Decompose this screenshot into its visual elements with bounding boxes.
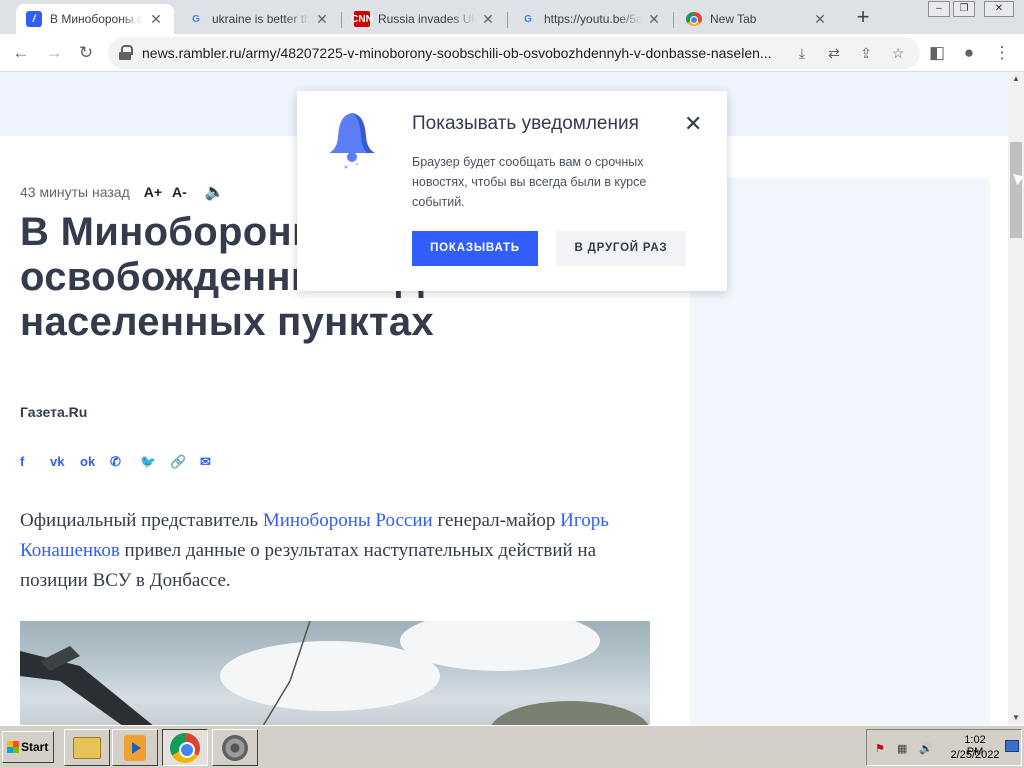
profile-avatar-icon[interactable]: ● bbox=[957, 41, 981, 65]
lead-text: Официальный представитель bbox=[20, 510, 263, 531]
taskbar-settings[interactable] bbox=[212, 729, 258, 766]
tab-google-search[interactable]: G ukraine is better than russia ✕ bbox=[178, 4, 340, 34]
tab-youtube-link[interactable]: G https://youtu.be/5a ✕ bbox=[510, 4, 672, 34]
reload-button[interactable]: ↻ bbox=[74, 41, 98, 65]
photo-rifle bbox=[20, 621, 311, 725]
share-icon[interactable]: ⇪ bbox=[854, 41, 878, 65]
show-notifications-button[interactable]: ПОКАЗЫВАТЬ bbox=[412, 231, 538, 266]
mail-icon[interactable]: ✉ bbox=[200, 454, 230, 470]
whatsapp-icon[interactable]: ✆ bbox=[110, 454, 140, 470]
taskbar-chrome[interactable] bbox=[162, 729, 208, 766]
tab-title: Russia invades Ukraine bbox=[378, 12, 476, 26]
volume-icon[interactable]: 🔊 bbox=[919, 742, 933, 755]
popup-text: Браузер будет сообщать вам о срочных нов… bbox=[412, 155, 647, 209]
install-icon[interactable]: ⤓ bbox=[790, 41, 814, 65]
close-popup-icon[interactable]: ✕ bbox=[684, 113, 702, 135]
start-button[interactable]: Start bbox=[2, 731, 54, 763]
close-window-button[interactable]: ✕ bbox=[984, 1, 1014, 17]
tab-title: В Минобороны сообщили об освобожденных bbox=[50, 12, 144, 26]
clock-date[interactable]: 2/25/2022 bbox=[945, 749, 1005, 761]
article-meta: 43 минуты назад A+ A- 🔈 bbox=[20, 182, 225, 202]
media-player-icon bbox=[124, 734, 146, 761]
font-increase-button[interactable]: A+ bbox=[144, 184, 162, 200]
tab-new-tab[interactable]: New Tab ✕ bbox=[676, 4, 838, 34]
article-photo bbox=[20, 621, 650, 725]
flag-icon[interactable]: ⚑ bbox=[875, 742, 885, 755]
article-source[interactable]: Газета.Ru bbox=[20, 404, 87, 420]
close-tab-icon[interactable]: ✕ bbox=[480, 11, 496, 28]
url-text[interactable]: news.rambler.ru/army/48207225-v-minoboro… bbox=[142, 45, 782, 61]
facebook-icon[interactable]: f bbox=[20, 454, 50, 470]
bookmark-star-icon[interactable]: ☆ bbox=[886, 41, 910, 65]
article-lead: Официальный представитель Минобороны Рос… bbox=[20, 506, 650, 596]
google-icon: G bbox=[524, 13, 532, 25]
tab-rambler[interactable]: / В Минобороны сообщили об освобожденных… bbox=[16, 4, 174, 34]
close-tab-icon[interactable]: ✕ bbox=[812, 11, 828, 28]
new-tab-button[interactable]: + bbox=[851, 6, 875, 30]
chrome-icon bbox=[170, 732, 200, 763]
translate-icon[interactable]: ⇄ bbox=[822, 41, 846, 65]
scroll-up-arrow-icon[interactable]: ▲ bbox=[1008, 72, 1024, 86]
lead-text: генерал-майор bbox=[432, 510, 561, 531]
taskbar-media-player[interactable] bbox=[112, 729, 158, 766]
later-button[interactable]: В ДРУГОЙ РАЗ bbox=[556, 231, 686, 266]
popup-title: Показывать уведомления bbox=[412, 113, 639, 134]
tab-title: ukraine is better than russia bbox=[212, 12, 310, 26]
network-icon[interactable]: ▦ bbox=[897, 742, 907, 755]
show-desktop-icon[interactable] bbox=[1005, 740, 1019, 752]
browser-toolbar: ← → ↻ news.rambler.ru/army/48207225-v-mi… bbox=[0, 34, 1024, 72]
close-tab-icon[interactable]: ✕ bbox=[314, 11, 330, 28]
scrollbar-thumb[interactable] bbox=[1010, 142, 1022, 238]
link-minoborony[interactable]: Минобороны России bbox=[263, 510, 433, 531]
address-bar[interactable]: news.rambler.ru/army/48207225-v-minoboro… bbox=[108, 37, 920, 69]
gear-icon bbox=[222, 734, 248, 761]
tab-title: https://youtu.be/5a bbox=[544, 12, 642, 26]
share-bar: f vk ok ✆ 🐦 🔗 ✉ bbox=[20, 454, 230, 470]
close-tab-icon[interactable]: ✕ bbox=[646, 11, 662, 28]
windows-taskbar: Start ⚑ ▦ 🔊 1:02 PM 2/25/2022 bbox=[0, 725, 1024, 768]
folder-icon bbox=[73, 736, 101, 759]
font-decrease-button[interactable]: A- bbox=[172, 184, 187, 200]
link-icon[interactable]: 🔗 bbox=[170, 454, 200, 470]
lock-icon[interactable] bbox=[118, 45, 133, 61]
taskbar-explorer[interactable] bbox=[64, 729, 110, 766]
close-tab-icon[interactable]: ✕ bbox=[148, 11, 164, 28]
chrome-icon bbox=[686, 12, 702, 26]
speaker-icon[interactable]: 🔈 bbox=[205, 182, 225, 202]
scroll-down-arrow-icon[interactable]: ▼ bbox=[1008, 711, 1024, 725]
odnoklassniki-icon[interactable]: ok bbox=[80, 454, 110, 470]
notification-popup: Показывать уведомления ✕ Браузер будет с… bbox=[297, 91, 727, 291]
restore-button[interactable]: ❐ bbox=[953, 1, 975, 17]
cnn-icon: CNN bbox=[351, 11, 373, 27]
sidebar-ad-area bbox=[690, 178, 990, 725]
side-panel-icon[interactable]: ◧ bbox=[925, 41, 949, 65]
tab-strip: / В Минобороны сообщили об освобожденных… bbox=[0, 0, 1024, 34]
bell-icon bbox=[329, 113, 375, 169]
vk-icon[interactable]: vk bbox=[50, 454, 80, 470]
google-icon: G bbox=[192, 13, 200, 25]
rambler-icon: / bbox=[26, 11, 42, 27]
system-tray: ⚑ ▦ 🔊 1:02 PM 2/25/2022 bbox=[866, 729, 1022, 766]
back-button[interactable]: ← bbox=[9, 41, 33, 65]
tab-separator bbox=[507, 12, 508, 28]
tab-title: New Tab bbox=[710, 12, 757, 26]
twitter-icon[interactable]: 🐦 bbox=[140, 454, 170, 470]
forward-button[interactable]: → bbox=[42, 41, 66, 65]
tab-separator bbox=[341, 12, 342, 28]
minimize-button[interactable]: ‒ bbox=[928, 1, 950, 17]
menu-dots-icon[interactable]: ⋮ bbox=[990, 41, 1014, 65]
time-ago: 43 минуты назад bbox=[20, 184, 130, 200]
tab-cnn[interactable]: CNN Russia invades Ukraine ✕ bbox=[344, 4, 506, 34]
tab-separator bbox=[673, 12, 674, 28]
